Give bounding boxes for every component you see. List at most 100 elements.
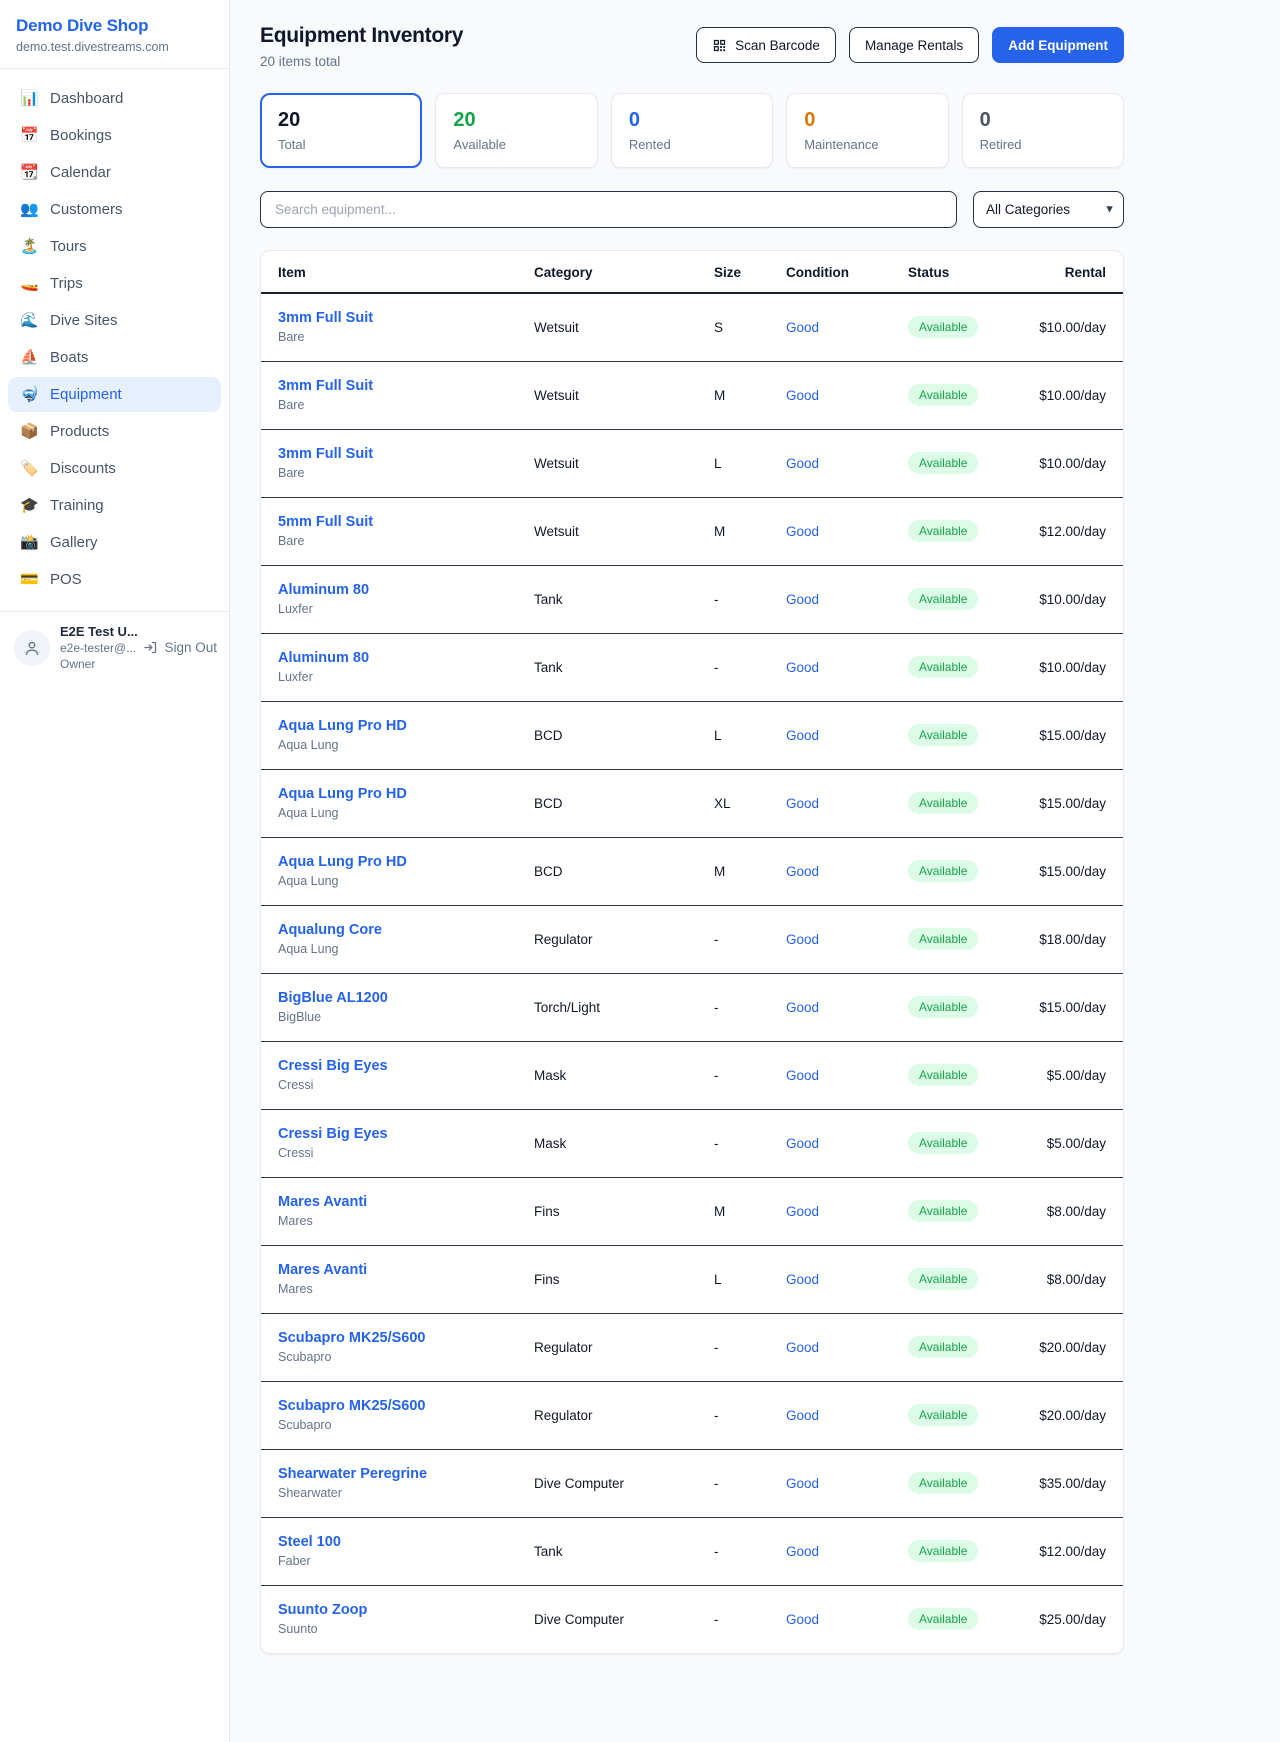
item-link[interactable]: 3mm Full Suit	[278, 378, 373, 394]
status-cell: Available	[900, 565, 1028, 633]
item-link[interactable]: Aqua Lung Pro HD	[278, 718, 407, 734]
item-brand: Luxfer	[278, 670, 518, 684]
graduation-cap-icon: 🎓	[20, 498, 38, 513]
rental-cell: $25.00/day	[1028, 1585, 1123, 1653]
diving-mask-icon: 🤿	[20, 387, 38, 402]
category-cell: Tank	[526, 633, 706, 701]
condition-link[interactable]: Good	[786, 1544, 819, 1559]
condition-link[interactable]: Good	[786, 1340, 819, 1355]
item-link[interactable]: Aluminum 80	[278, 650, 369, 666]
sidebar-item-dive-sites[interactable]: 🌊 Dive Sites	[8, 303, 221, 338]
table-row: 3mm Full SuitBareWetsuitSGoodAvailable$1…	[261, 293, 1123, 361]
item-link[interactable]: Scubapro MK25/S600	[278, 1398, 425, 1414]
condition-link[interactable]: Good	[786, 1000, 819, 1015]
stat-card-total[interactable]: 20Total	[260, 93, 422, 168]
condition-link[interactable]: Good	[786, 660, 819, 675]
item-link[interactable]: Shearwater Peregrine	[278, 1466, 427, 1482]
sidebar-item-boats[interactable]: ⛵Boats	[8, 340, 221, 375]
item-link[interactable]: Cressi Big Eyes	[278, 1126, 388, 1142]
condition-link[interactable]: Good	[786, 728, 819, 743]
size-cell: M	[706, 1177, 778, 1245]
scan-barcode-button[interactable]: Scan Barcode	[696, 27, 836, 63]
sidebar-item-label: Dive Sites	[50, 312, 118, 329]
stat-label: Retired	[980, 137, 1106, 152]
condition-cell: Good	[778, 701, 900, 769]
item-cell: Mares Avanti Mares	[261, 1245, 526, 1313]
status-badge: Available	[908, 384, 978, 406]
item-link[interactable]: 3mm Full Suit	[278, 310, 373, 326]
item-link[interactable]: Mares Avanti	[278, 1262, 367, 1278]
stat-card-rented[interactable]: 0Rented	[611, 93, 773, 168]
condition-link[interactable]: Good	[786, 1612, 819, 1627]
item-link[interactable]: Aqualung Core	[278, 922, 382, 938]
status-badge: Available	[908, 1064, 978, 1086]
sidebar-item-training[interactable]: 🎓Training	[8, 488, 221, 523]
stat-card-available[interactable]: 20Available	[435, 93, 597, 168]
sidebar-item-equipment[interactable]: 🤿Equipment	[8, 377, 221, 412]
user-info: E2E Test U... e2e-tester@... Owner	[60, 624, 131, 671]
category-select[interactable]: All Categories	[973, 191, 1124, 228]
item-link[interactable]: Suunto Zoop	[278, 1602, 367, 1618]
condition-link[interactable]: Good	[786, 1272, 819, 1287]
condition-link[interactable]: Good	[786, 1408, 819, 1423]
condition-link[interactable]: Good	[786, 592, 819, 607]
condition-link[interactable]: Good	[786, 524, 819, 539]
category-select-wrap: All Categories ▼	[973, 191, 1124, 228]
sidebar-nav: 📊Dashboard📅Bookings📆Calendar👥Customers🏝️…	[0, 69, 229, 605]
item-link[interactable]: Cressi Big Eyes	[278, 1058, 388, 1074]
table-row: 5mm Full SuitBareWetsuitMGoodAvailable$1…	[261, 497, 1123, 565]
add-equipment-button[interactable]: Add Equipment	[992, 27, 1124, 63]
item-link[interactable]: Steel 100	[278, 1534, 341, 1550]
item-link[interactable]: Aluminum 80	[278, 582, 369, 598]
condition-link[interactable]: Good	[786, 1068, 819, 1083]
stat-value: 20	[453, 109, 579, 132]
item-link[interactable]: Aqua Lung Pro HD	[278, 786, 407, 802]
sidebar-item-trips[interactable]: 🚤Trips	[8, 266, 221, 301]
condition-link[interactable]: Good	[786, 796, 819, 811]
sidebar-item-gallery[interactable]: 📸Gallery	[8, 525, 221, 560]
stat-card-maintenance[interactable]: 0Maintenance	[786, 93, 948, 168]
item-link[interactable]: Aqua Lung Pro HD	[278, 854, 407, 870]
item-link[interactable]: Scubapro MK25/S600	[278, 1330, 425, 1346]
item-link[interactable]: Mares Avanti	[278, 1194, 367, 1210]
condition-link[interactable]: Good	[786, 388, 819, 403]
stat-card-retired[interactable]: 0Retired	[962, 93, 1124, 168]
wave-icon: 🌊	[20, 313, 38, 328]
condition-link[interactable]: Good	[786, 1204, 819, 1219]
condition-link[interactable]: Good	[786, 320, 819, 335]
sidebar-item-calendar[interactable]: 📆Calendar	[8, 155, 221, 190]
condition-link[interactable]: Good	[786, 456, 819, 471]
category-cell: Regulator	[526, 1313, 706, 1381]
sidebar-item-dashboard[interactable]: 📊Dashboard	[8, 81, 221, 116]
island-icon: 🏝️	[20, 239, 38, 254]
item-brand: Luxfer	[278, 602, 518, 616]
brand-name[interactable]: Demo Dive Shop	[16, 16, 213, 36]
item-link[interactable]: 3mm Full Suit	[278, 446, 373, 462]
item-brand: BigBlue	[278, 1010, 518, 1024]
item-brand: Mares	[278, 1282, 518, 1296]
page-title: Equipment Inventory	[260, 24, 463, 48]
search-input[interactable]	[260, 191, 957, 228]
condition-link[interactable]: Good	[786, 932, 819, 947]
item-link[interactable]: 5mm Full Suit	[278, 514, 373, 530]
sidebar-item-bookings[interactable]: 📅Bookings	[8, 118, 221, 153]
category-cell: Tank	[526, 565, 706, 633]
manage-rentals-button[interactable]: Manage Rentals	[849, 27, 979, 63]
status-cell: Available	[900, 497, 1028, 565]
sidebar-item-pos[interactable]: 💳POS	[8, 562, 221, 597]
sign-out-button[interactable]: Sign Out	[141, 636, 219, 659]
sidebar-item-tours[interactable]: 🏝️Tours	[8, 229, 221, 264]
sidebar-item-discounts[interactable]: 🏷️Discounts	[8, 451, 221, 486]
category-cell: Dive Computer	[526, 1449, 706, 1517]
condition-link[interactable]: Good	[786, 1136, 819, 1151]
sidebar-item-products[interactable]: 📦Products	[8, 414, 221, 449]
condition-link[interactable]: Good	[786, 864, 819, 879]
item-cell: Aluminum 80 Luxfer	[261, 565, 526, 633]
item-brand: Suunto	[278, 1622, 518, 1636]
rental-cell: $18.00/day	[1028, 905, 1123, 973]
condition-cell: Good	[778, 1313, 900, 1381]
sidebar-item-customers[interactable]: 👥Customers	[8, 192, 221, 227]
item-link[interactable]: BigBlue AL1200	[278, 990, 388, 1006]
category-cell: Wetsuit	[526, 293, 706, 361]
condition-link[interactable]: Good	[786, 1476, 819, 1491]
